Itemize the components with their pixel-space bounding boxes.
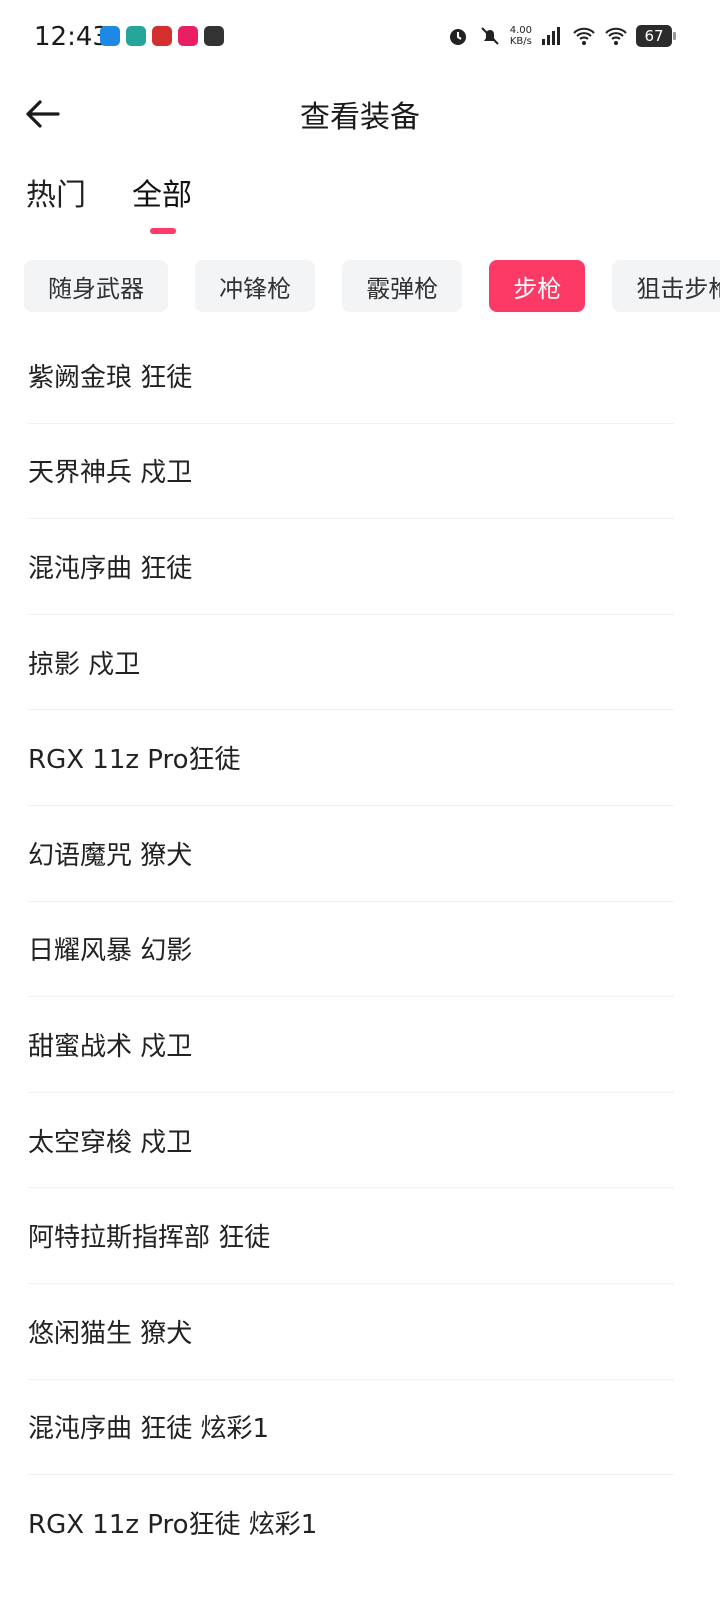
category-chips: 随身武器 冲锋枪 霰弹枪 步枪 狙击步枪	[24, 260, 720, 314]
payment-notification-icon	[204, 26, 224, 46]
item-label: 紫阙金琅 狂徒	[28, 362, 193, 393]
item-label: 掠影 戍卫	[28, 649, 141, 680]
list-item[interactable]: 混沌序曲 狂徒	[28, 519, 674, 615]
tab-hot[interactable]: 热门	[26, 170, 86, 234]
chip-shotgun[interactable]: 霰弹枪	[342, 260, 463, 312]
list-item[interactable]: 掠影 戍卫	[28, 615, 674, 711]
list-item[interactable]: RGX 11z Pro狂徒 炫彩1	[28, 1475, 674, 1570]
item-label: 幻语魔咒 獠犬	[28, 840, 193, 871]
item-label: 混沌序曲 狂徒 炫彩1	[28, 1414, 270, 1445]
app-notification-icon	[100, 26, 120, 46]
chip-sniper[interactable]: 狙击步枪	[612, 260, 720, 312]
tab-all[interactable]: 全部	[132, 170, 192, 234]
list-item[interactable]: RGX 11z Pro狂徒	[28, 710, 674, 806]
list-item[interactable]: 阿特拉斯指挥部 狂徒	[28, 1188, 674, 1284]
status-bar: 12:43 4.00 KB/s 67	[0, 0, 720, 74]
wifi-icon-2	[604, 24, 628, 48]
item-label: 混沌序曲 狂徒	[28, 553, 193, 584]
page-title: 查看装备	[300, 100, 420, 135]
list-item[interactable]: 天界神兵 戍卫	[28, 424, 674, 520]
wifi-icon	[572, 24, 596, 48]
alarm-icon	[446, 24, 470, 48]
skin-list: 紫阙金琅 狂徒 天界神兵 戍卫 混沌序曲 狂徒 掠影 戍卫 RGX 11z Pr…	[0, 328, 720, 1570]
item-label: RGX 11z Pro狂徒	[28, 745, 241, 776]
item-label: RGX 11z Pro狂徒 炫彩1	[28, 1509, 318, 1540]
header: 查看装备	[0, 74, 720, 154]
app-notification-icon	[152, 26, 172, 46]
list-item[interactable]: 紫阙金琅 狂徒	[28, 328, 674, 424]
tab-bar: 热门 全部	[26, 170, 192, 234]
chat-notification-icon	[178, 26, 198, 46]
tab-label: 热门	[26, 178, 86, 213]
list-item[interactable]: 日耀风暴 幻影	[28, 902, 674, 998]
chip-smg[interactable]: 冲锋枪	[195, 260, 316, 312]
battery-icon: 67	[636, 25, 676, 47]
list-item[interactable]: 混沌序曲 狂徒 炫彩1	[28, 1380, 674, 1476]
mute-bell-icon	[478, 24, 502, 48]
chip-rifle[interactable]: 步枪	[489, 260, 586, 312]
item-label: 太空穿梭 戍卫	[28, 1127, 193, 1158]
tab-indicator	[150, 228, 176, 234]
status-right: 4.00 KB/s 67	[446, 24, 676, 48]
item-label: 甜蜜战术 戍卫	[28, 1031, 193, 1062]
list-item[interactable]: 幻语魔咒 獠犬	[28, 806, 674, 902]
map-notification-icon	[126, 26, 146, 46]
item-label: 日耀风暴 幻影	[28, 936, 193, 967]
net-speed-unit: KB/s	[509, 36, 532, 47]
net-speed: 4.00 KB/s	[510, 25, 532, 47]
tab-label: 全部	[132, 178, 192, 213]
list-item[interactable]: 悠闲猫生 獠犬	[28, 1284, 674, 1380]
signal-icon	[540, 24, 564, 48]
net-speed-value: 4.00	[509, 25, 532, 36]
chip-sidearm[interactable]: 随身武器	[24, 260, 168, 312]
list-item[interactable]: 太空穿梭 戍卫	[28, 1093, 674, 1189]
item-label: 悠闲猫生 獠犬	[28, 1318, 193, 1349]
notification-icons	[100, 26, 224, 46]
status-time: 12:43	[34, 22, 109, 52]
item-label: 阿特拉斯指挥部 狂徒	[28, 1223, 271, 1254]
item-label: 天界神兵 戍卫	[28, 458, 193, 489]
list-item[interactable]: 甜蜜战术 戍卫	[28, 997, 674, 1093]
